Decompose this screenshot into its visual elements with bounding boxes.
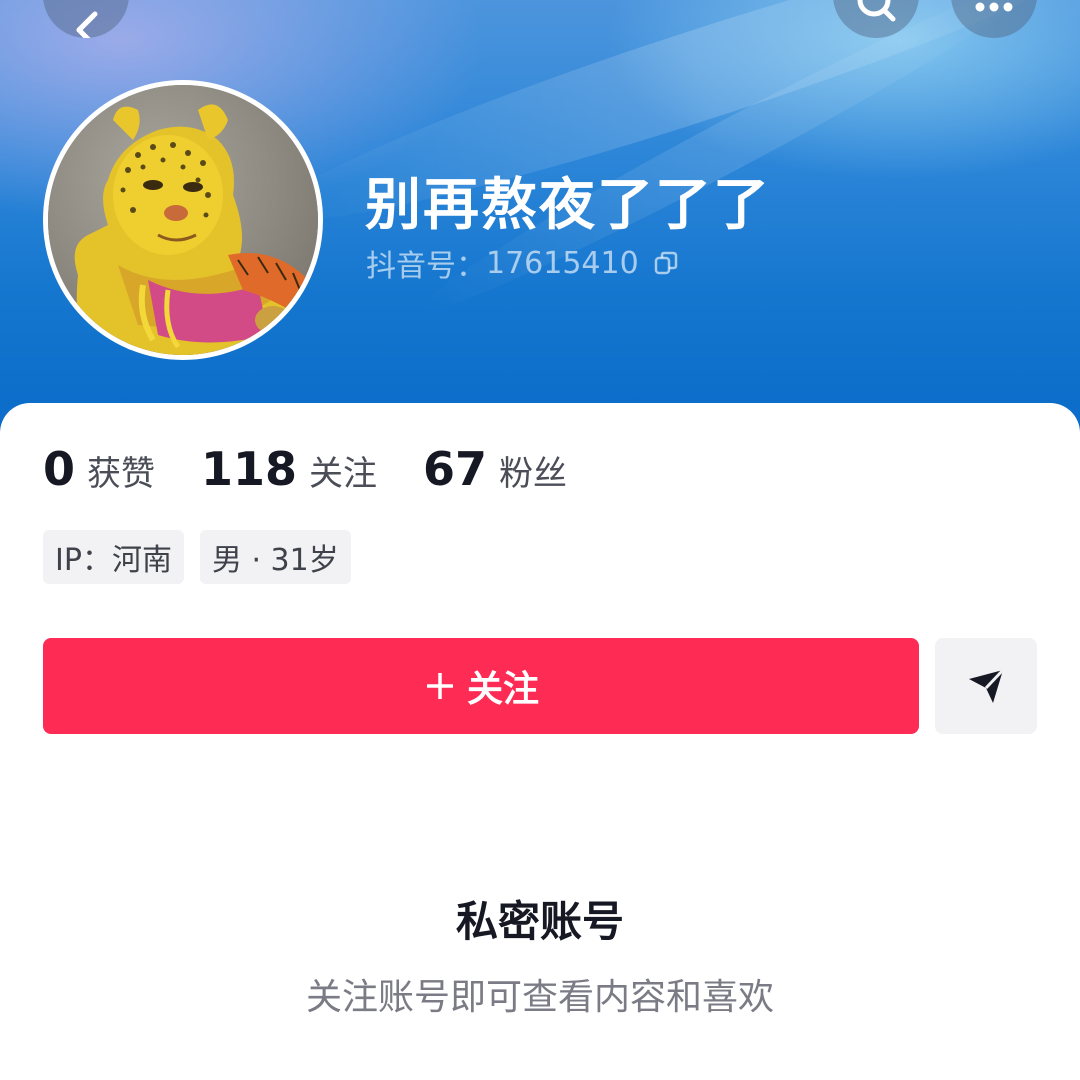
ip-location-tag: IP：河南 xyxy=(43,530,184,584)
send-message-button[interactable] xyxy=(935,638,1037,734)
stat-following[interactable]: 118 关注 xyxy=(201,442,377,496)
more-button[interactable] xyxy=(951,0,1037,38)
chevron-left-icon xyxy=(76,11,98,38)
stat-followers-value: 67 xyxy=(423,442,488,496)
stat-followers-label: 粉丝 xyxy=(499,454,568,494)
follow-button[interactable]: 关注 xyxy=(43,638,919,734)
copy-icon[interactable] xyxy=(653,250,679,276)
follow-button-label: 关注 xyxy=(466,668,539,709)
profile-nickname: 别再熬夜了了了 xyxy=(365,173,771,238)
gender-age-tag: 男 · 31岁 xyxy=(199,530,351,584)
profile-tags: IP：河南 男 · 31岁 xyxy=(43,530,367,584)
stat-likes-value: 0 xyxy=(43,442,76,496)
avatar[interactable] xyxy=(43,80,323,360)
send-icon xyxy=(969,668,1005,703)
stat-following-value: 118 xyxy=(201,442,298,496)
leopard-costume-avatar xyxy=(48,85,318,355)
more-dots-icon xyxy=(975,2,1013,12)
search-icon xyxy=(857,0,896,22)
search-button[interactable] xyxy=(833,0,919,38)
stat-following-label: 关注 xyxy=(309,454,378,494)
plus-icon xyxy=(423,669,457,703)
profile-stats: 0 获赞 118 关注 67 粉丝 xyxy=(43,442,613,502)
stat-likes[interactable]: 0 获赞 xyxy=(43,442,155,496)
douyin-id-label: 抖音号： xyxy=(366,249,486,284)
stat-likes-label: 获赞 xyxy=(87,454,156,494)
douyin-id-row[interactable]: 抖音号： 17615410 xyxy=(366,243,679,284)
back-button[interactable] xyxy=(43,0,129,38)
douyin-id-value: 17615410 xyxy=(486,245,639,281)
private-account-description: 关注账号即可查看内容和喜欢 xyxy=(305,977,774,1018)
stat-followers[interactable]: 67 粉丝 xyxy=(423,442,567,496)
private-account-title: 私密账号 xyxy=(455,897,624,946)
